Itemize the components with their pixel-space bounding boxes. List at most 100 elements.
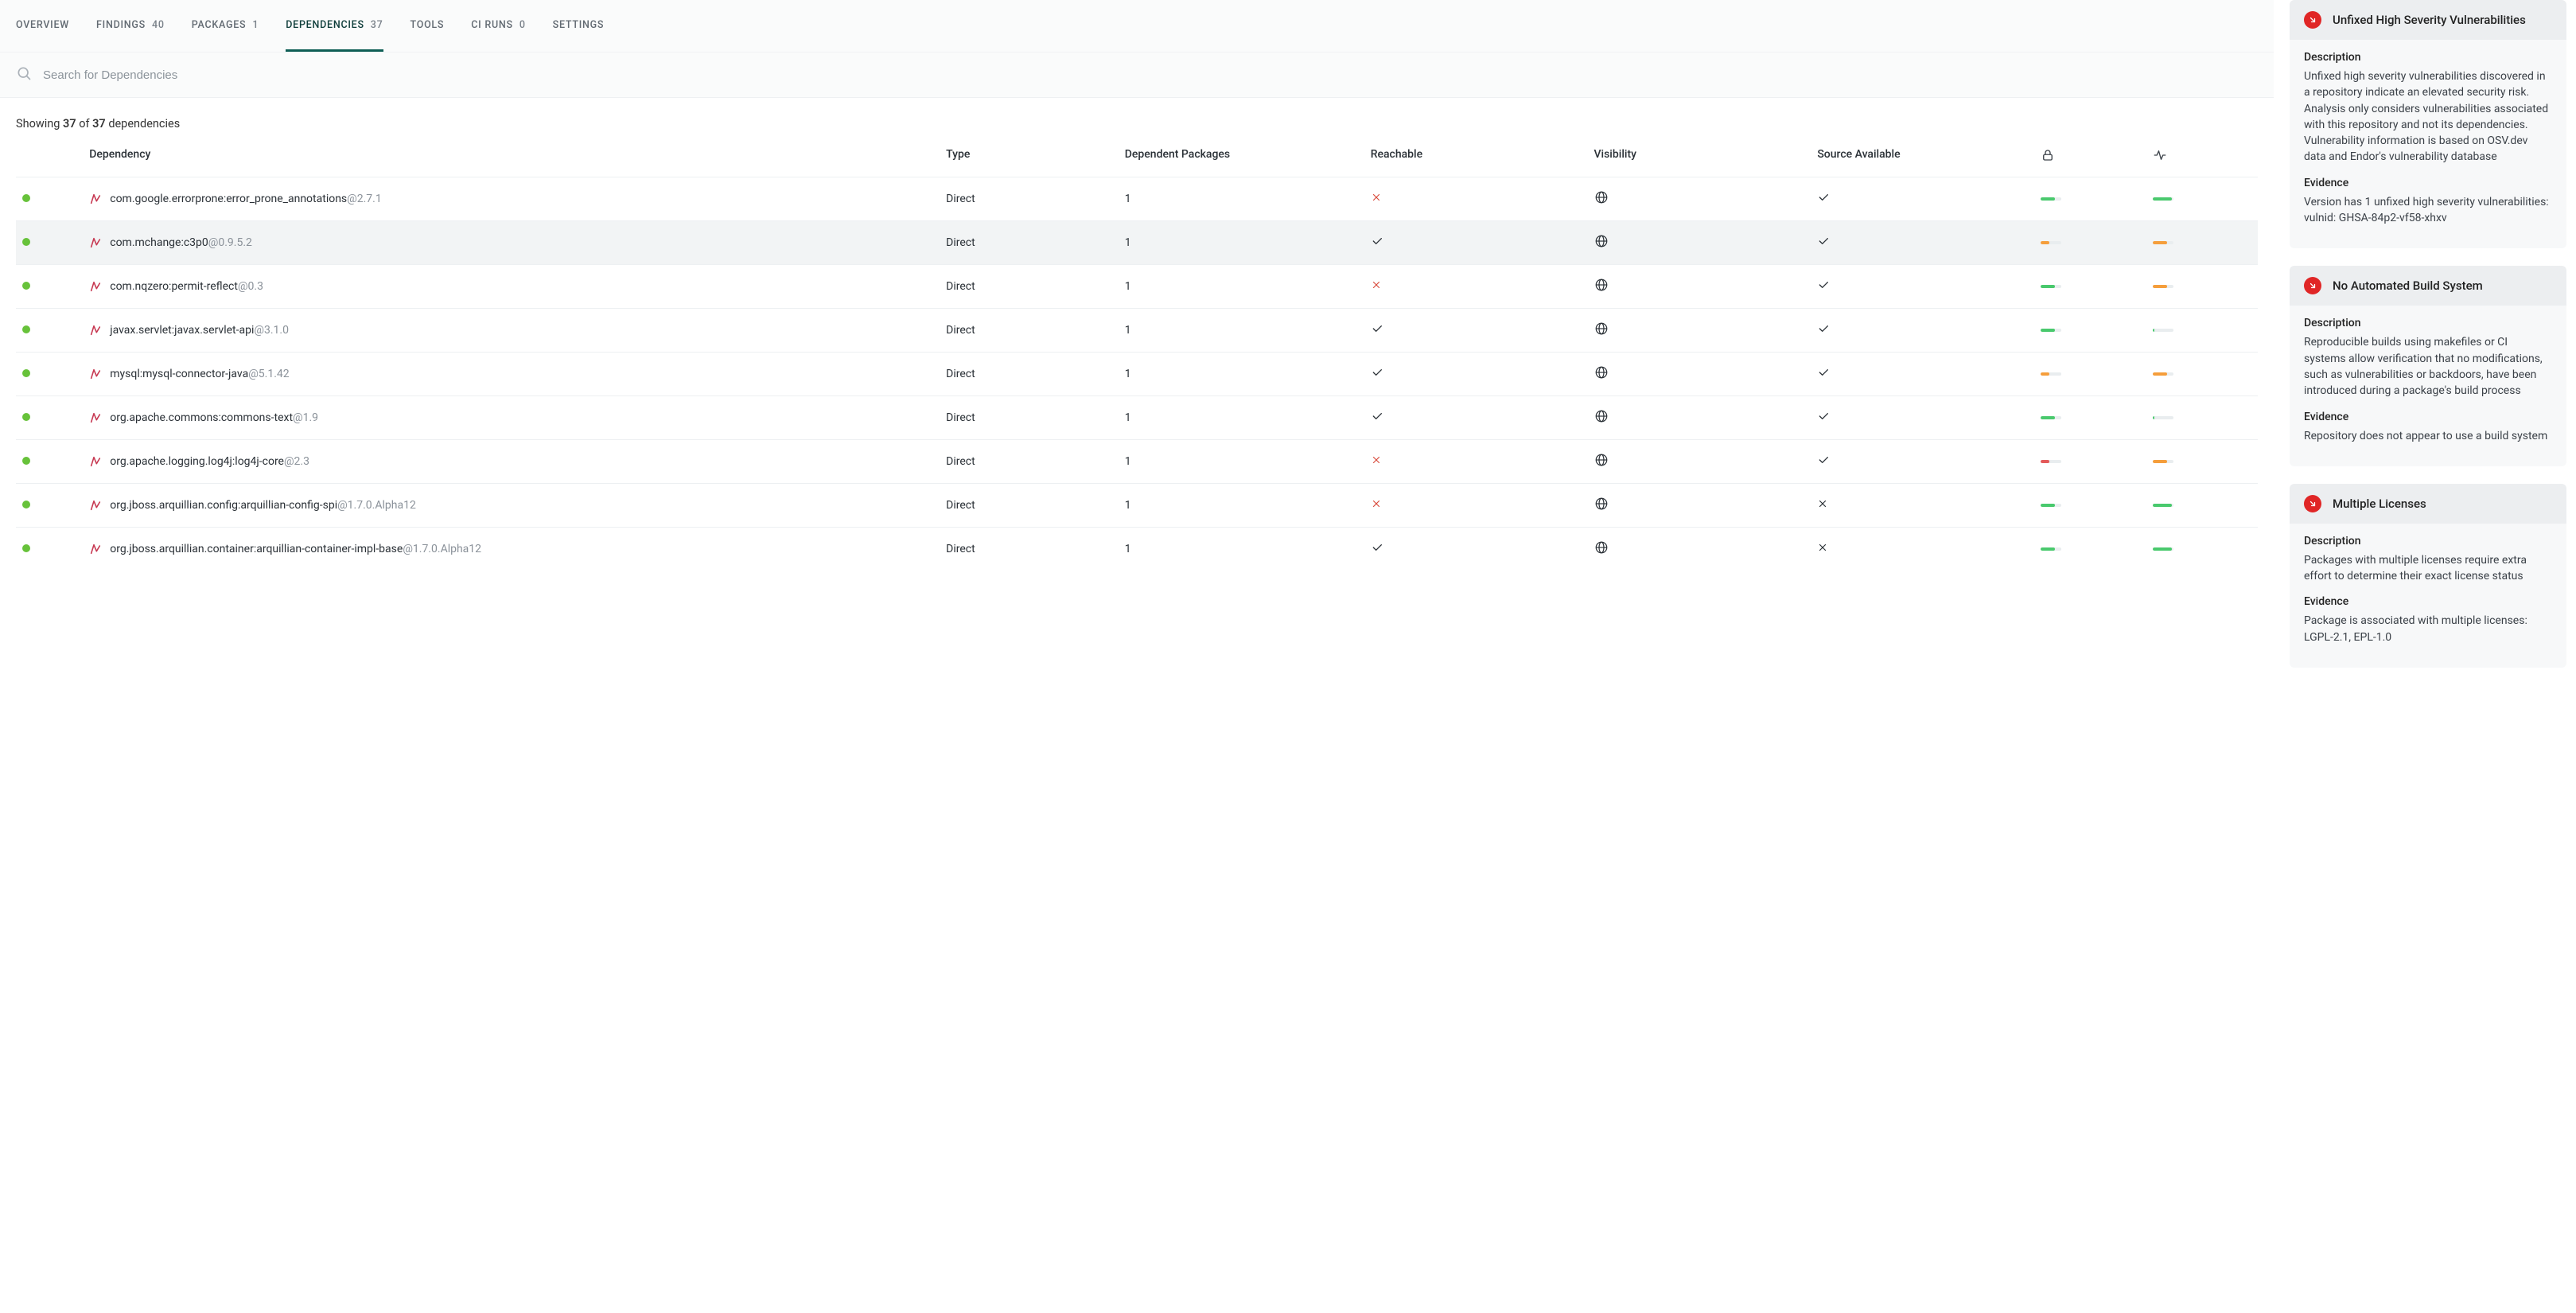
globe-icon (1594, 195, 1609, 208)
status-dot (22, 282, 30, 290)
col-source-available[interactable]: Source Available (1811, 140, 2034, 177)
col-lock-icon[interactable] (2034, 140, 2146, 177)
table-row[interactable]: com.google.errorprone:error_prone_annota… (16, 177, 2258, 221)
cell-dependent-packages: 1 (1119, 528, 1364, 571)
tab-count: 37 (371, 19, 383, 31)
panel-title: No Automated Build System (2333, 279, 2483, 293)
check-icon (1817, 457, 1830, 469)
dependency-version: @1.7.0.Alpha12 (337, 499, 416, 512)
showing-of: of (76, 117, 93, 131)
status-dot (22, 194, 30, 202)
tab-overview[interactable]: OVERVIEW (16, 0, 69, 52)
cell-type: Direct (940, 177, 1119, 221)
col-visibility[interactable]: Visibility (1588, 140, 1811, 177)
dependency-name: com.mchange:c3p0 (110, 236, 208, 249)
x-icon (1371, 500, 1382, 512)
cell-visibility (1588, 440, 1811, 484)
status-dot (22, 457, 30, 465)
table-row[interactable]: org.jboss.arquillian.container:arquillia… (16, 528, 2258, 571)
x-icon (1371, 281, 1382, 294)
cell-dependent-packages: 1 (1119, 177, 1364, 221)
cell-source-available (1811, 353, 2034, 396)
tab-dependencies[interactable]: DEPENDENCIES 37 (286, 0, 383, 52)
cell-reachable (1364, 221, 1588, 265)
check-icon (1371, 238, 1383, 251)
maven-icon (89, 236, 102, 249)
tab-label: FINDINGS (96, 19, 146, 31)
table-row[interactable]: org.jboss.arquillian.config:arquillian-c… (16, 484, 2258, 528)
status-dot (22, 369, 30, 377)
cell-reachable (1364, 396, 1588, 440)
status-dot (22, 238, 30, 246)
cell-reachable (1364, 265, 1588, 309)
tab-label: DEPENDENCIES (286, 19, 364, 31)
finding-panel[interactable]: Multiple LicensesDescriptionPackages wit… (2290, 484, 2566, 668)
check-icon (1371, 325, 1383, 338)
showing-suffix: dependencies (106, 117, 180, 131)
table-row[interactable]: com.nqzero:permit-reflect@0.3Direct1 (16, 265, 2258, 309)
tab-settings[interactable]: SETTINGS (553, 0, 605, 52)
description-text: Reproducible builds using makefiles or C… (2304, 334, 2552, 399)
cell-source-available (1811, 484, 2034, 528)
col-activity-icon[interactable] (2146, 140, 2258, 177)
dependency-name: javax.servlet:javax.servlet-api (110, 324, 254, 337)
maven-icon (89, 499, 102, 512)
check-icon (1817, 325, 1830, 338)
cell-reachable (1364, 528, 1588, 571)
dependency-name: org.apache.commons:commons-text (110, 411, 293, 424)
cell-score-2 (2146, 221, 2258, 265)
cell-score-1 (2034, 528, 2146, 571)
col-dependency[interactable]: Dependency (83, 140, 940, 177)
search-input[interactable] (43, 68, 2258, 82)
table-row[interactable]: javax.servlet:javax.servlet-api@3.1.0 Dir… (16, 309, 2258, 353)
description-label: Description (2304, 51, 2552, 64)
table-row[interactable]: org.apache.commons:commons-text@1.9Direc… (16, 396, 2258, 440)
cell-dependent-packages: 1 (1119, 265, 1364, 309)
tab-findings[interactable]: FINDINGS40 (96, 0, 165, 52)
showing-total: 37 (92, 117, 106, 131)
dependency-name: org.apache.logging.log4j:log4j-core (110, 455, 284, 468)
table-row[interactable]: mysql:mysql-connector-java@5.1.42Direct1 (16, 353, 2258, 396)
search-icon (16, 65, 32, 84)
cell-type: Direct (940, 528, 1119, 571)
tab-label: SETTINGS (553, 19, 605, 31)
x-icon (1371, 193, 1382, 206)
cell-type: Direct (940, 221, 1119, 265)
finding-panel[interactable]: No Automated Build System Description Repr… (2290, 266, 2566, 466)
evidence-label: Evidence (2304, 177, 2552, 189)
dependency-name: mysql:mysql-connector-java (110, 368, 248, 380)
col-type[interactable]: Type (940, 140, 1119, 177)
severity-badge-icon (2304, 11, 2321, 29)
col-reachable[interactable]: Reachable (1364, 140, 1588, 177)
tab-count: 0 (519, 19, 526, 31)
dependency-version: @3.1.0 (254, 324, 289, 337)
cell-source-available (1811, 396, 2034, 440)
cell-type: Direct (940, 265, 1119, 309)
description-label: Description (2304, 317, 2552, 329)
description-text: Packages with multiple licenses require … (2304, 552, 2552, 585)
tab-label: TOOLS (411, 19, 445, 31)
tab-tools[interactable]: TOOLS (411, 0, 445, 52)
cell-source-available (1811, 265, 2034, 309)
cell-type: Direct (940, 309, 1119, 353)
maven-icon (89, 280, 102, 293)
tab-ci-runs[interactable]: CI RUNS0 (471, 0, 525, 52)
dependency-version: @0.3 (238, 280, 263, 293)
cell-type: Direct (940, 396, 1119, 440)
dependency-version: @2.7.1 (347, 193, 382, 205)
cell-dependent-packages: 1 (1119, 484, 1364, 528)
evidence-text: Package is associated with multiple lice… (2304, 613, 2552, 645)
finding-panel[interactable]: Unfixed High Severity VulnerabilitiesDes… (2290, 0, 2566, 248)
tab-packages[interactable]: PACKAGES1 (192, 0, 259, 52)
table-row[interactable]: com.mchange:c3p0@0.9.5.2Direct1 (16, 221, 2258, 265)
check-icon (1371, 369, 1383, 382)
status-dot (22, 325, 30, 333)
cell-dependent-packages: 1 (1119, 221, 1364, 265)
cell-type: Direct (940, 484, 1119, 528)
globe-icon (1594, 414, 1609, 427)
table-row[interactable]: org.apache.logging.log4j:log4j-core@2.3D… (16, 440, 2258, 484)
cell-reachable (1364, 309, 1588, 353)
col-dependent-packages[interactable]: Dependent Packages (1119, 140, 1364, 177)
cell-source-available (1811, 309, 2034, 353)
cell-source-available (1811, 221, 2034, 265)
